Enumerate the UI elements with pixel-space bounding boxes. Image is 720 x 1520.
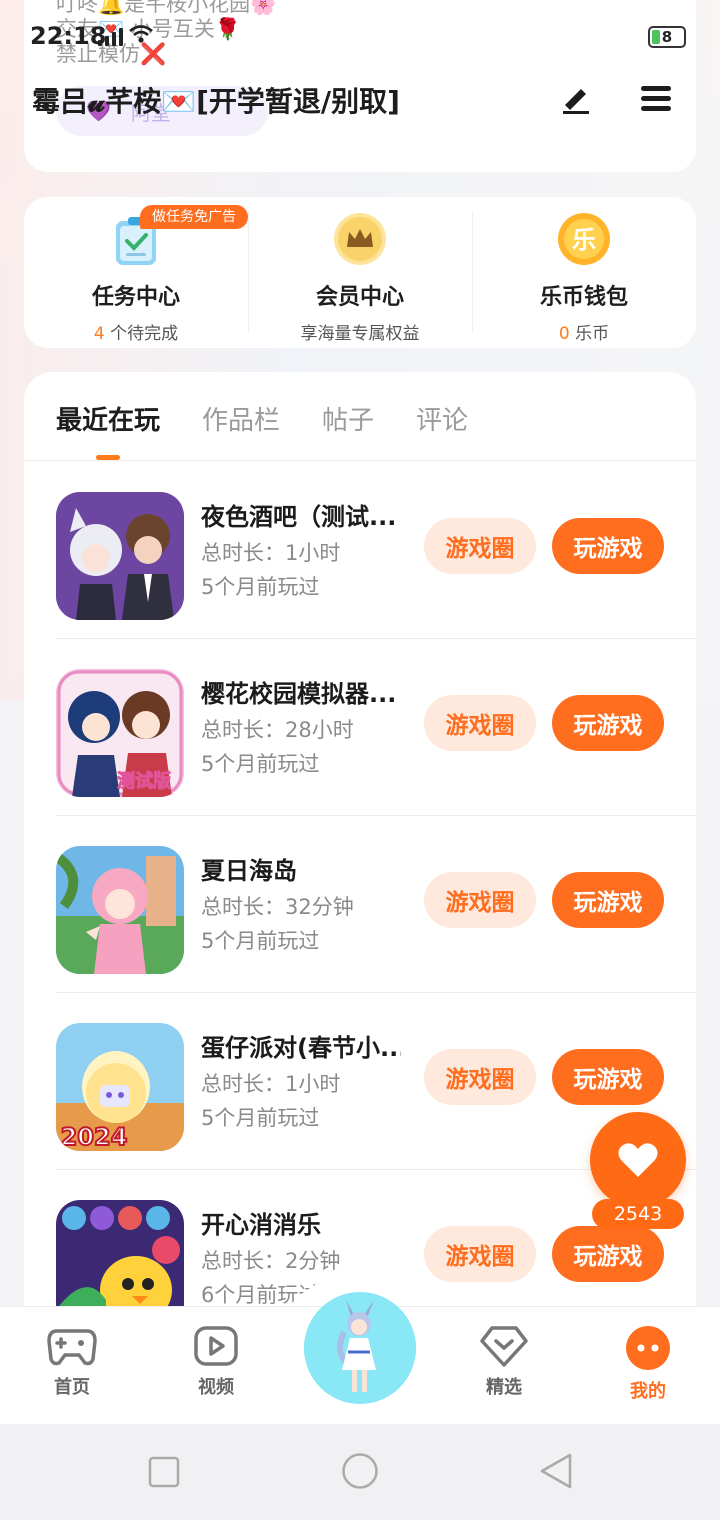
game-thumbnail[interactable]: 测试版 (56, 669, 184, 797)
system-nav-bar (0, 1424, 720, 1520)
tab-comments[interactable]: 评论 (416, 372, 468, 460)
game-name: 夏日海岛 (201, 857, 297, 885)
tab-posts[interactable]: 帖子 (322, 372, 374, 460)
task-count: 4 (93, 324, 105, 344)
game-playtime: 总时长：1小时 (201, 541, 341, 565)
game-playtime: 总时长：32分钟 (201, 895, 354, 919)
lebi-coin-icon: 乐 (558, 213, 610, 265)
game-last-played: 5个月前玩过 (201, 752, 320, 776)
play-game-button[interactable]: 玩游戏 (552, 1226, 664, 1282)
like-count: 2543 (592, 1199, 684, 1229)
heart-icon (618, 1143, 658, 1177)
center-avatar[interactable] (304, 1292, 416, 1404)
play-game-button[interactable]: 玩游戏 (552, 1049, 664, 1105)
game-last-played: 5个月前玩过 (201, 575, 320, 599)
vip-center-title: 会员中心 (315, 285, 404, 310)
tab-works[interactable]: 作品栏 (202, 372, 280, 460)
back-triangle-icon[interactable] (538, 1452, 574, 1490)
vip-sub: 享海量专属权益 (300, 324, 420, 344)
svg-text:乐: 乐 (572, 226, 596, 254)
lebi-count: 0 (558, 324, 570, 344)
game-name: 樱花校园模拟器... (201, 680, 397, 708)
quick-actions-card: 任务中心 4 个待完成 会员中心 享海量专属权益 乐 乐币钱包 0 乐币 (24, 197, 696, 348)
list-item[interactable]: 夏日海岛 总时长：32分钟 5个月前玩过 游戏圈 玩游戏 (24, 815, 696, 992)
game-thumbnail[interactable] (56, 492, 184, 620)
mine-face-icon (626, 1326, 670, 1370)
recent-apps-icon[interactable] (148, 1456, 180, 1488)
like-button[interactable] (590, 1112, 686, 1208)
game-name: 开心消消乐 (201, 1211, 321, 1239)
game-circle-button[interactable]: 游戏圈 (424, 872, 536, 928)
game-circle-button[interactable]: 游戏圈 (424, 1226, 536, 1282)
task-sub: 个待完成 (110, 324, 179, 344)
wallet-title: 乐币钱包 (539, 285, 628, 310)
profile-tabs: 最近在玩 作品栏 帖子 评论 (24, 372, 696, 461)
nav-video-label: 视频 (198, 1377, 234, 1398)
signal-icon (98, 28, 123, 46)
wallet-sub: 乐币 (575, 324, 610, 344)
home-circle-icon[interactable] (341, 1452, 379, 1490)
game-circle-button[interactable]: 游戏圈 (424, 1049, 536, 1105)
list-item[interactable]: 测试版 樱花校园模拟器... 总时长：28小时 5个月前玩过 游戏圈 玩游戏 (24, 638, 696, 815)
play-game-button[interactable]: 玩游戏 (552, 695, 664, 751)
video-play-icon (194, 1326, 238, 1366)
play-game-button[interactable]: 玩游戏 (552, 518, 664, 574)
vip-center-button[interactable]: 会员中心 享海量专属权益 (248, 197, 472, 348)
game-playtime: 总时长：2分钟 (201, 1249, 341, 1273)
nav-home-label: 首页 (54, 1377, 90, 1398)
nav-mine[interactable]: 我的 (608, 1325, 688, 1403)
game-thumbnail[interactable] (56, 846, 184, 974)
wifi-icon (129, 25, 153, 43)
nav-featured[interactable]: 精选 (464, 1325, 544, 1399)
battery-icon: 8 (648, 26, 686, 48)
game-last-played: 5个月前玩过 (201, 1106, 320, 1130)
menu-icon[interactable] (634, 76, 678, 120)
list-item[interactable]: 夜色酒吧（测试... 总时长：1小时 5个月前玩过 游戏圈 玩游戏 (24, 461, 696, 638)
thumb-badge-text: 2024 (61, 1123, 128, 1151)
game-circle-button[interactable]: 游戏圈 (424, 518, 536, 574)
tab-recent[interactable]: 最近在玩 (56, 372, 160, 460)
game-circle-button[interactable]: 游戏圈 (424, 695, 536, 751)
thumb-badge-text: 测试版 (117, 770, 171, 792)
nav-featured-label: 精选 (486, 1377, 522, 1398)
gamepad-icon (47, 1329, 97, 1366)
task-center-title: 任务中心 (91, 285, 180, 310)
status-bar: 22:18 8 (0, 18, 720, 58)
game-playtime: 总时长：1小时 (201, 1072, 341, 1096)
nav-video[interactable]: 视频 (176, 1325, 256, 1399)
game-thumbnail[interactable]: 2024 (56, 1023, 184, 1151)
crown-icon (334, 213, 386, 265)
nav-mine-label: 我的 (630, 1381, 666, 1402)
game-playtime: 总时长：28小时 (201, 718, 354, 742)
wallet-button[interactable]: 乐 乐币钱包 0 乐币 (472, 197, 696, 348)
game-name: 蛋仔派对(春节小... (201, 1034, 401, 1062)
nav-home[interactable]: 首页 (32, 1325, 112, 1399)
game-last-played: 5个月前玩过 (201, 929, 320, 953)
ad-free-badge: 做任务免广告 (140, 205, 248, 229)
game-name: 夜色酒吧（测试... (201, 503, 397, 531)
edit-icon[interactable] (554, 76, 598, 120)
profile-name: 霉吕𝓾芊桉💌[开学暂退/别取] (32, 85, 400, 118)
heart-diamond-icon (480, 1326, 528, 1367)
status-time: 22:18 (30, 22, 107, 50)
play-game-button[interactable]: 玩游戏 (552, 872, 664, 928)
